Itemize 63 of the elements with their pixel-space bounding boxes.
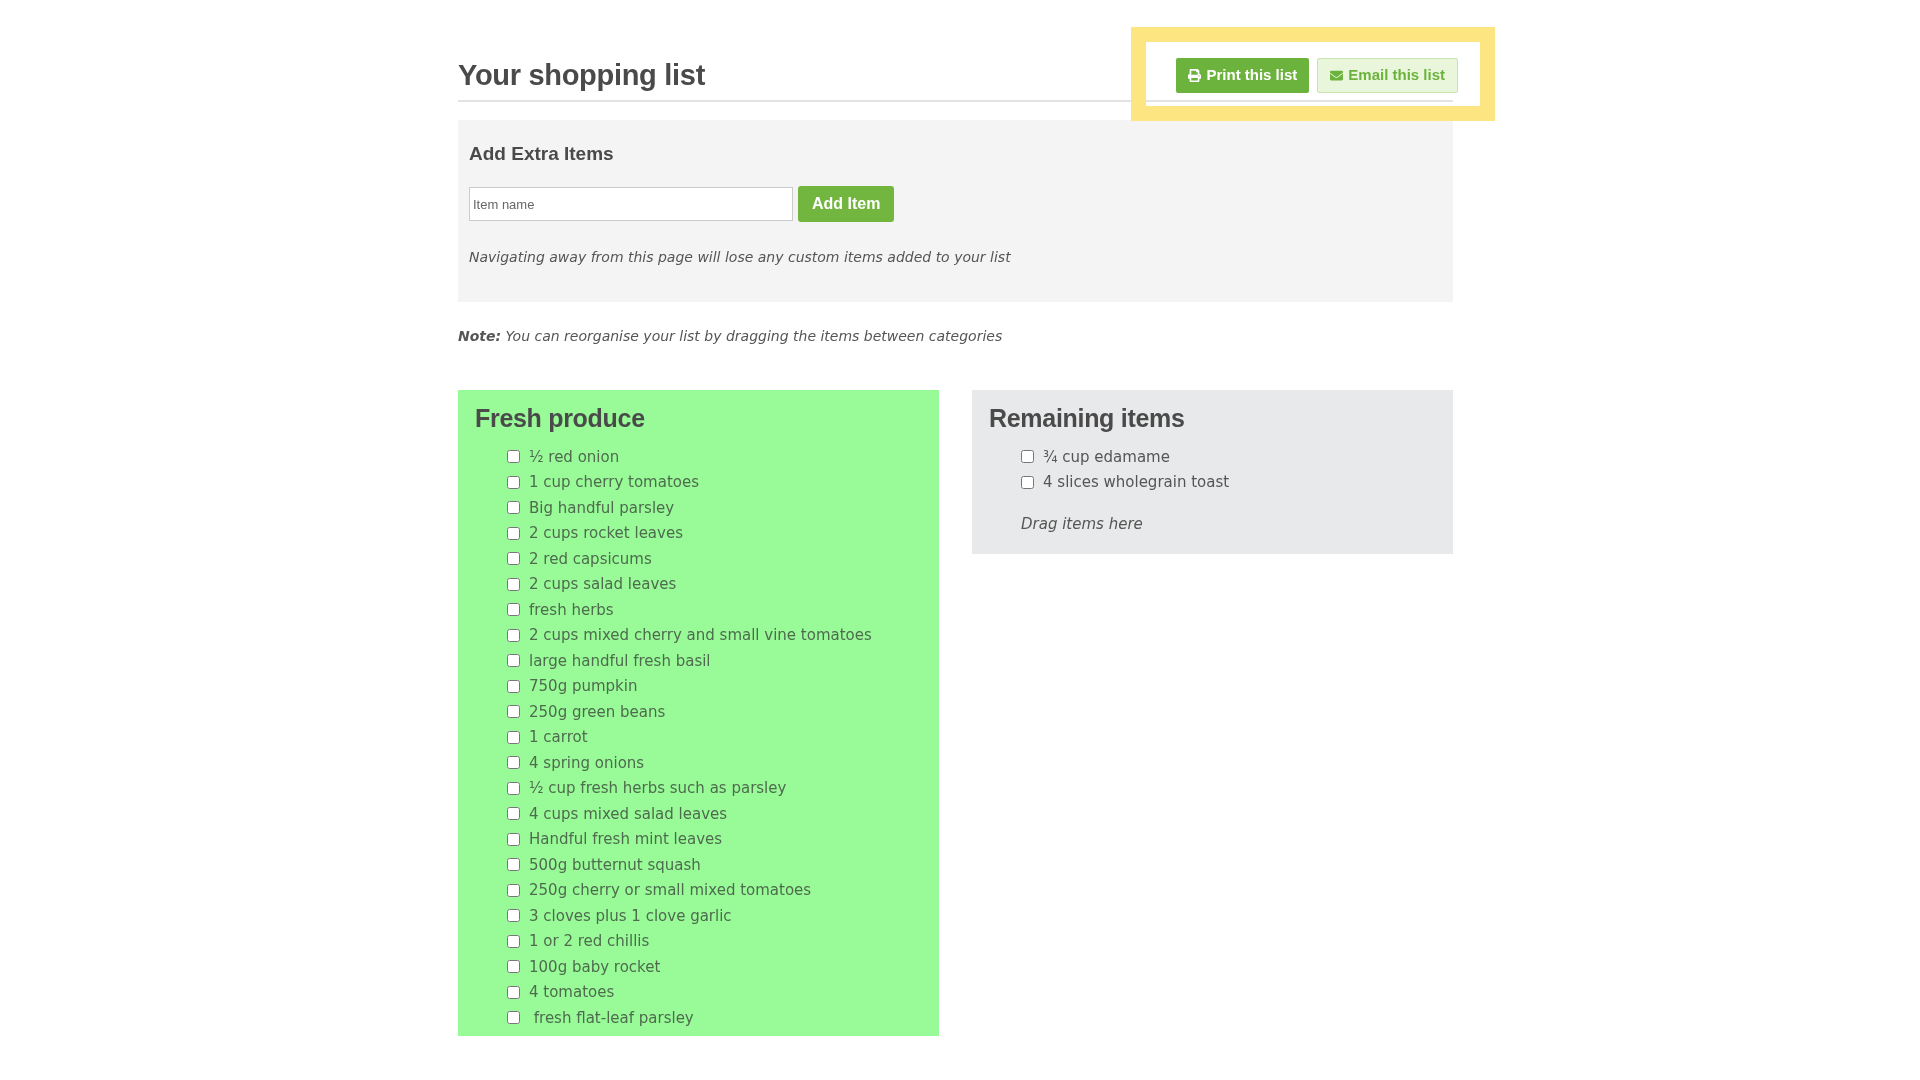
item-label: 1 carrot <box>529 727 588 748</box>
item-label: 500g butternut squash <box>529 854 701 875</box>
item-label: 100g baby rocket <box>529 956 661 977</box>
item-label: 3 cloves plus 1 clove garlic <box>529 905 732 926</box>
warning-text: Navigating away from this page will lose any custom items added to your list <box>469 248 1012 267</box>
item-checkbox[interactable] <box>507 756 520 770</box>
item-checkbox[interactable] <box>507 934 520 948</box>
item-checkbox[interactable] <box>507 679 520 693</box>
item-label: large handful fresh basil <box>529 650 711 671</box>
item-checkbox[interactable] <box>1021 450 1034 464</box>
item-label: 1 or 2 red chillis <box>529 931 650 952</box>
item-checkbox[interactable] <box>507 654 520 668</box>
item-label: fresh flat-leaf parsley <box>532 1007 694 1028</box>
item-checkbox[interactable] <box>507 883 520 897</box>
add-item-button[interactable]: Add Item <box>798 186 895 222</box>
envelope-icon <box>1330 68 1344 82</box>
item-label: ¾ cup edamame <box>1043 446 1170 467</box>
email-button[interactable]: Email this list <box>1317 57 1458 93</box>
item-label: ½ red onion <box>529 446 620 467</box>
item-label: Big handful parsley <box>529 497 675 518</box>
item-checkbox[interactable] <box>507 475 520 489</box>
category-title: Fresh produce <box>475 403 646 433</box>
item-checkbox[interactable] <box>507 909 520 923</box>
item-checkbox[interactable] <box>507 1011 520 1025</box>
item-checkbox[interactable] <box>1021 475 1034 489</box>
item-checkbox[interactable] <box>507 832 520 846</box>
item-checkbox[interactable] <box>507 730 520 744</box>
item-name-input[interactable]: Item name <box>469 187 793 221</box>
section-heading: Add Extra Items <box>469 142 615 166</box>
item-checkbox[interactable] <box>507 807 520 821</box>
item-label: 1 cup cherry tomatoes <box>529 472 700 493</box>
item-label: 4 slices wholegrain toast <box>1043 472 1230 493</box>
item-label: 2 cups mixed cherry and small vine tomatoes <box>529 625 872 646</box>
item-label: 4 cups mixed salad leaves <box>529 803 728 824</box>
item-checkbox[interactable] <box>507 526 520 540</box>
note-text: Note: You can reorganise your list by dragging the items between categories <box>458 327 1004 346</box>
page-title: Your shopping list <box>458 58 705 93</box>
item-label: 2 cups rocket leaves <box>529 523 683 544</box>
item-label: 4 spring onions <box>529 752 645 773</box>
item-label: Handful fresh mint leaves <box>529 829 723 850</box>
item-checkbox[interactable] <box>507 501 520 515</box>
print-button[interactable]: Print this list <box>1176 57 1310 93</box>
printer-icon <box>1188 68 1202 82</box>
item-checkbox[interactable] <box>507 985 520 999</box>
item-checkbox[interactable] <box>507 628 520 642</box>
item-label: 2 red capsicums <box>529 548 652 569</box>
item-label: 250g green beans <box>529 701 666 722</box>
item-checkbox[interactable] <box>507 603 520 617</box>
item-label: 2 cups salad leaves <box>529 574 677 595</box>
item-label: 250g cherry or small mixed tomatoes <box>529 880 812 901</box>
category-title: Remaining items <box>989 403 1186 433</box>
item-checkbox[interactable] <box>507 552 520 566</box>
drop-hint: Drag items here <box>1020 514 1144 534</box>
item-checkbox[interactable] <box>507 960 520 974</box>
item-checkbox[interactable] <box>507 450 520 464</box>
item-checkbox[interactable] <box>507 705 520 719</box>
item-checkbox[interactable] <box>507 858 520 872</box>
item-label: 4 tomatoes <box>529 982 615 1003</box>
item-checkbox[interactable] <box>507 577 520 591</box>
item-label: 750g pumpkin <box>529 676 638 697</box>
item-label: ½ cup fresh herbs such as parsley <box>529 778 787 799</box>
item-label: fresh herbs <box>529 599 614 620</box>
item-checkbox[interactable] <box>507 781 520 795</box>
